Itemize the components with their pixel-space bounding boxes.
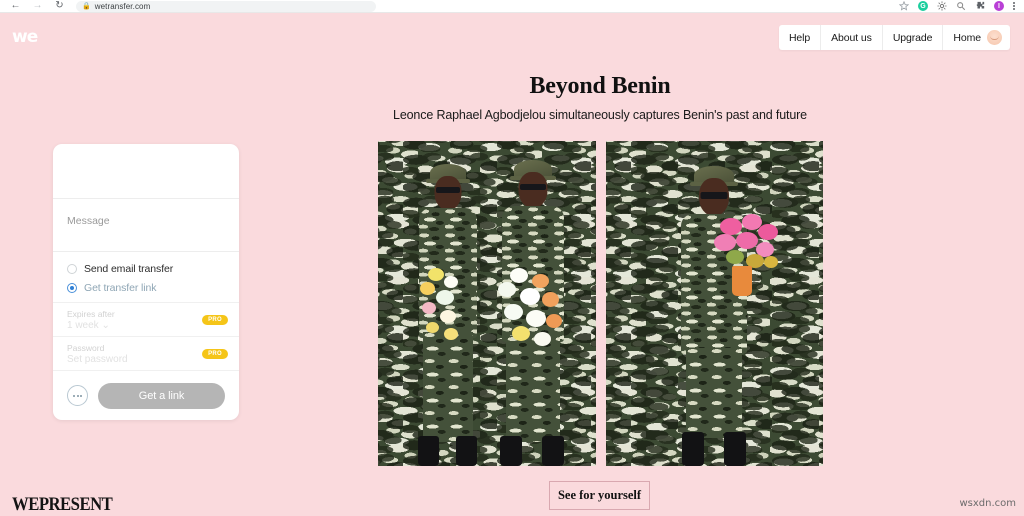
password-value[interactable]: Set password [67, 354, 225, 365]
expires-after-row[interactable]: Expires after 1 week ⌄ PRO [53, 302, 239, 336]
expires-after-value-text: 1 week [67, 320, 99, 332]
browser-toolbar: ← → ↻ 🔒 wetransfer.com G I [0, 0, 1024, 13]
file-drop-area[interactable] [53, 144, 239, 199]
kebab-menu-icon[interactable] [1013, 2, 1015, 10]
option-label-link: Get transfer link [84, 282, 157, 295]
green-extension-icon[interactable]: G [918, 1, 928, 11]
panel-footer: Get a link [53, 370, 239, 420]
transfer-mode-options: Send email transfer Get transfer link [53, 252, 239, 302]
transfer-panel: Message Send email transfer Get transfer… [53, 144, 239, 420]
wepresent-logo[interactable]: WEPRESENT [12, 494, 113, 516]
hero-text: Beyond Benin Leonce Raphael Agbodjelou s… [200, 73, 1000, 122]
expires-after-value[interactable]: 1 week ⌄ [67, 320, 225, 331]
address-bar-url: wetransfer.com [94, 1, 151, 11]
pro-badge-expires: PRO [202, 314, 228, 325]
page-subtitle: Leonce Raphael Agbodjelou simultaneously… [393, 108, 807, 122]
nav-item-about-us[interactable]: About us [821, 25, 883, 50]
more-options-icon[interactable] [67, 385, 88, 407]
figure-left [408, 156, 488, 466]
watermark-text: wsxdn.com [959, 498, 1016, 509]
profile-avatar-icon[interactable]: I [994, 1, 1004, 11]
top-navigation: Help About us Upgrade Home [778, 25, 1010, 50]
bouquet-left [414, 264, 474, 344]
nav-item-home[interactable]: Home [943, 25, 987, 50]
back-arrow-icon[interactable]: ← [10, 1, 21, 11]
page-content: we Help About us Upgrade Home Beyond Ben… [0, 13, 1024, 515]
address-bar[interactable]: 🔒 wetransfer.com [76, 0, 376, 12]
photo-single-figure[interactable] [606, 141, 823, 466]
page-title: Beyond Benin [529, 73, 671, 99]
lock-icon: 🔒 [82, 3, 91, 10]
figure-center [668, 154, 778, 466]
figure-right [490, 154, 576, 466]
radio-selected-icon[interactable] [67, 283, 77, 294]
magnifier-extension-icon[interactable] [956, 1, 966, 11]
nav-item-upgrade[interactable]: Upgrade [883, 25, 944, 50]
browser-toolbar-actions: G I [899, 1, 1018, 11]
reload-icon[interactable]: ↻ [54, 1, 65, 11]
forward-arrow-icon[interactable]: → [32, 1, 43, 11]
option-send-email-transfer[interactable]: Send email transfer [67, 263, 225, 275]
option-label-email: Send email transfer [84, 263, 174, 276]
wetransfer-logo-text: we [12, 26, 38, 47]
see-for-yourself-button[interactable]: See for yourself [549, 481, 650, 510]
bouquet-right [492, 266, 572, 356]
pro-badge-password: PRO [202, 348, 228, 359]
gear-extension-icon[interactable] [937, 1, 947, 11]
star-icon[interactable] [899, 1, 909, 11]
bouquet-center [710, 212, 782, 296]
nav-item-help[interactable]: Help [779, 25, 822, 50]
photo-two-figures[interactable] [378, 141, 596, 466]
puzzle-extensions-icon[interactable] [975, 1, 985, 11]
get-a-link-button[interactable]: Get a link [98, 382, 225, 409]
avatar-container[interactable] [987, 25, 1010, 50]
browser-nav-buttons: ← → ↻ [6, 1, 65, 11]
message-placeholder: Message [67, 214, 110, 227]
message-field[interactable]: Message [53, 199, 239, 253]
option-get-transfer-link[interactable]: Get transfer link [67, 282, 225, 294]
radio-unselected-icon[interactable] [67, 264, 77, 275]
user-avatar-icon[interactable] [987, 30, 1002, 45]
wetransfer-logo[interactable]: we [12, 28, 48, 46]
chevron-down-icon[interactable]: ⌄ [101, 320, 109, 331]
photo-gallery [378, 141, 823, 466]
password-row[interactable]: Password Set password PRO [53, 336, 239, 370]
